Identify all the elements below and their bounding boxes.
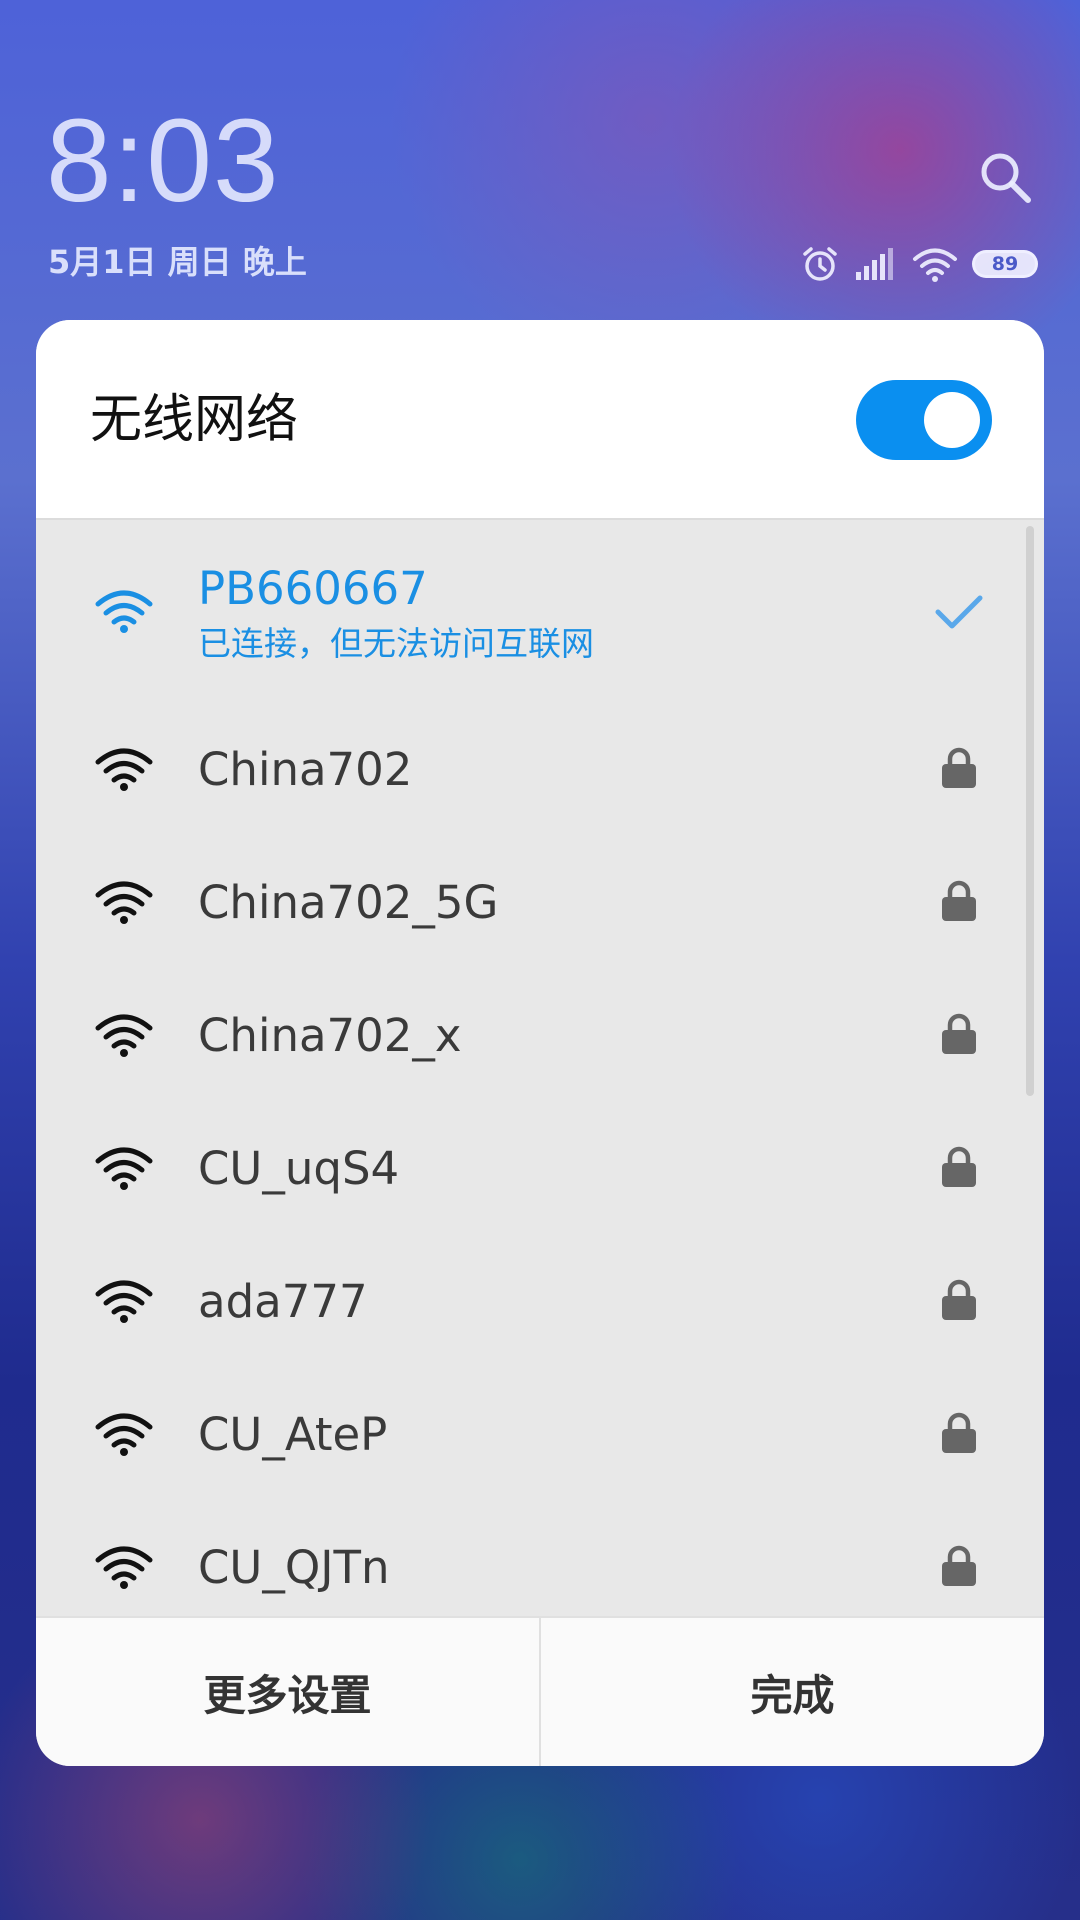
battery-indicator: 89 <box>972 250 1038 278</box>
wifi-signal-icon <box>95 1546 153 1589</box>
status-icons: 89 <box>800 244 1038 284</box>
wifi-status-icon <box>913 248 957 282</box>
lock-icon <box>942 1545 976 1586</box>
search-button[interactable] <box>978 150 1034 206</box>
lock-icon <box>942 747 976 788</box>
network-item[interactable]: CU_QJTn <box>36 1500 1044 1616</box>
network-name: China702_x <box>198 1009 462 1062</box>
network-item[interactable]: CU_AteP <box>36 1367 1044 1500</box>
network-item[interactable]: ada777 <box>36 1234 1044 1367</box>
network-item-connected[interactable]: PB660667 已连接，但无法访问互联网 <box>36 522 1044 702</box>
wifi-signal-icon <box>95 1413 153 1456</box>
search-icon <box>981 153 1031 203</box>
dialog-header: 无线网络 <box>36 320 1044 520</box>
network-name: China702 <box>198 743 413 796</box>
network-name: CU_AteP <box>198 1408 388 1461</box>
lock-icon <box>942 1146 976 1187</box>
wifi-signal-icon <box>95 1280 153 1323</box>
wifi-signal-icon <box>95 881 153 924</box>
clock-date: 5月1日 周日 晚上 <box>48 243 307 281</box>
wifi-signal-icon <box>95 748 153 791</box>
network-item[interactable]: China702 <box>36 702 1044 835</box>
wifi-signal-icon <box>95 1147 153 1190</box>
alarm-icon <box>803 247 837 281</box>
more-settings-button[interactable]: 更多设置 <box>36 1618 539 1766</box>
network-name: CU_QJTn <box>198 1541 390 1594</box>
lock-icon <box>942 1279 976 1320</box>
wifi-dialog: 无线网络 PB660667 已连接，但无法访问互联网 China702 Chin… <box>36 320 1044 1766</box>
network-name: China702_5G <box>198 876 499 929</box>
wifi-signal-icon <box>95 590 153 633</box>
network-name: CU_uqS4 <box>198 1142 400 1195</box>
lock-icon <box>942 880 976 921</box>
scrollbar[interactable] <box>1026 526 1034 1096</box>
lock-icon <box>942 1013 976 1054</box>
check-icon <box>935 595 983 629</box>
dialog-title: 无线网络 <box>90 390 299 450</box>
network-name: ada777 <box>198 1275 368 1328</box>
wifi-toggle[interactable] <box>856 380 992 460</box>
network-item[interactable]: China702_5G <box>36 835 1044 968</box>
dialog-footer: 更多设置 完成 <box>36 1616 1044 1766</box>
wifi-signal-icon <box>95 1014 153 1057</box>
lock-icon <box>942 1412 976 1453</box>
network-list[interactable]: PB660667 已连接，但无法访问互联网 China702 China702_… <box>36 522 1044 1766</box>
network-name: PB660667 <box>198 562 428 615</box>
cell-signal-icon <box>856 248 893 280</box>
toggle-knob <box>924 392 980 448</box>
clock-time: 8:03 <box>46 95 280 227</box>
network-item[interactable]: China702_x <box>36 968 1044 1101</box>
network-item[interactable]: CU_uqS4 <box>36 1101 1044 1234</box>
network-status: 已连接，但无法访问互联网 <box>198 624 594 663</box>
done-button[interactable]: 完成 <box>541 1618 1044 1766</box>
